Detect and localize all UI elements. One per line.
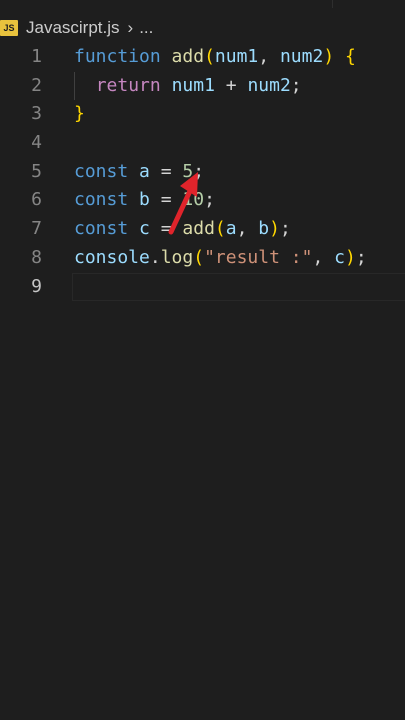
line-number: 9 [31, 275, 42, 297]
line-number: 4 [31, 132, 42, 154]
code-line[interactable]: 4 [0, 129, 405, 158]
code-token: , [312, 246, 335, 268]
code-line[interactable]: 3} [0, 100, 405, 129]
code-line[interactable]: 6 const b = 10; [0, 186, 405, 215]
code-token: { [345, 46, 356, 67]
code-text: return num1 + num2; [74, 72, 302, 101]
code-token: b [139, 189, 150, 211]
line-number: 1 [31, 46, 42, 67]
chevron-right-icon: › [127, 18, 134, 37]
code-token: num1 [171, 74, 215, 96]
code-token: add [182, 218, 215, 240]
breadcrumb-symbols[interactable]: ... [139, 18, 153, 38]
code-token: ; [279, 218, 291, 240]
code-line[interactable]: 2 return num1 + num2; [0, 72, 405, 101]
code-token: 5 [182, 160, 194, 182]
code-token: num1 [214, 46, 259, 67]
code-token: num2 [247, 74, 291, 96]
line-number: 2 [31, 74, 42, 96]
code-token: = [149, 160, 183, 182]
code-token: const [74, 160, 129, 182]
code-token: return [95, 74, 161, 96]
code-token: c [334, 246, 345, 268]
tab-divider [332, 0, 333, 8]
code-token: b [258, 218, 270, 240]
code-token: , [236, 218, 259, 240]
code-line[interactable]: 1 function add(num1, num2) { [0, 43, 405, 72]
code-token: num2 [279, 46, 324, 67]
code-text: function add(num1, num2) { [74, 43, 356, 72]
code-token: console [74, 246, 150, 268]
line-number: 5 [31, 160, 42, 182]
code-token: const [74, 189, 129, 211]
code-token: c [139, 218, 150, 240]
code-token: ) [344, 246, 356, 268]
code-token: log [160, 246, 194, 268]
code-token: "result :" [204, 246, 313, 268]
code-line[interactable]: 7 const c = add(a, b); [0, 215, 405, 244]
code-editor[interactable]: 1 function add(num1, num2) {2 return num1… [0, 43, 405, 301]
code-token: } [74, 103, 85, 125]
code-token: = [149, 189, 183, 211]
code-text: const c = add(a, b); [74, 215, 291, 244]
line-number: 7 [31, 218, 42, 240]
breadcrumb-file[interactable]: Javascirpt.js [26, 18, 120, 38]
code-token: ; [193, 160, 205, 182]
code-text: } [74, 100, 85, 129]
line-number: 6 [31, 189, 42, 211]
code-token: ) [269, 218, 280, 240]
code-token: , [258, 46, 280, 67]
code-token: a [225, 218, 237, 240]
code-text: const b = 10; [74, 186, 215, 215]
code-token: + [214, 74, 248, 96]
code-token: ( [193, 246, 205, 268]
line-number: 3 [31, 103, 42, 125]
code-token: ( [204, 46, 215, 67]
code-token: . [149, 246, 161, 268]
breadcrumb: JS Javascirpt.js › ... [0, 12, 405, 44]
code-token: ; [355, 246, 367, 268]
code-token: ; [204, 189, 215, 211]
code-token: const [74, 218, 129, 240]
code-text: console.log("result :", c); [74, 244, 367, 273]
code-token: ) [323, 46, 335, 67]
code-token: ( [214, 218, 226, 240]
code-line[interactable]: 8 console.log("result :", c); [0, 244, 405, 273]
code-token: = [149, 218, 183, 240]
tab-bar-strip [0, 0, 405, 6]
code-token: add [171, 46, 205, 67]
code-line[interactable]: 5 const a = 5; [0, 158, 405, 187]
javascript-file-icon: JS [0, 20, 18, 36]
code-token: a [139, 160, 150, 182]
code-token: function [74, 46, 161, 67]
code-token: 10 [182, 189, 205, 211]
line-number: 8 [31, 246, 42, 268]
code-line[interactable]: 9 [0, 272, 405, 302]
code-token: ; [290, 74, 302, 96]
code-text: const a = 5; [74, 158, 204, 187]
